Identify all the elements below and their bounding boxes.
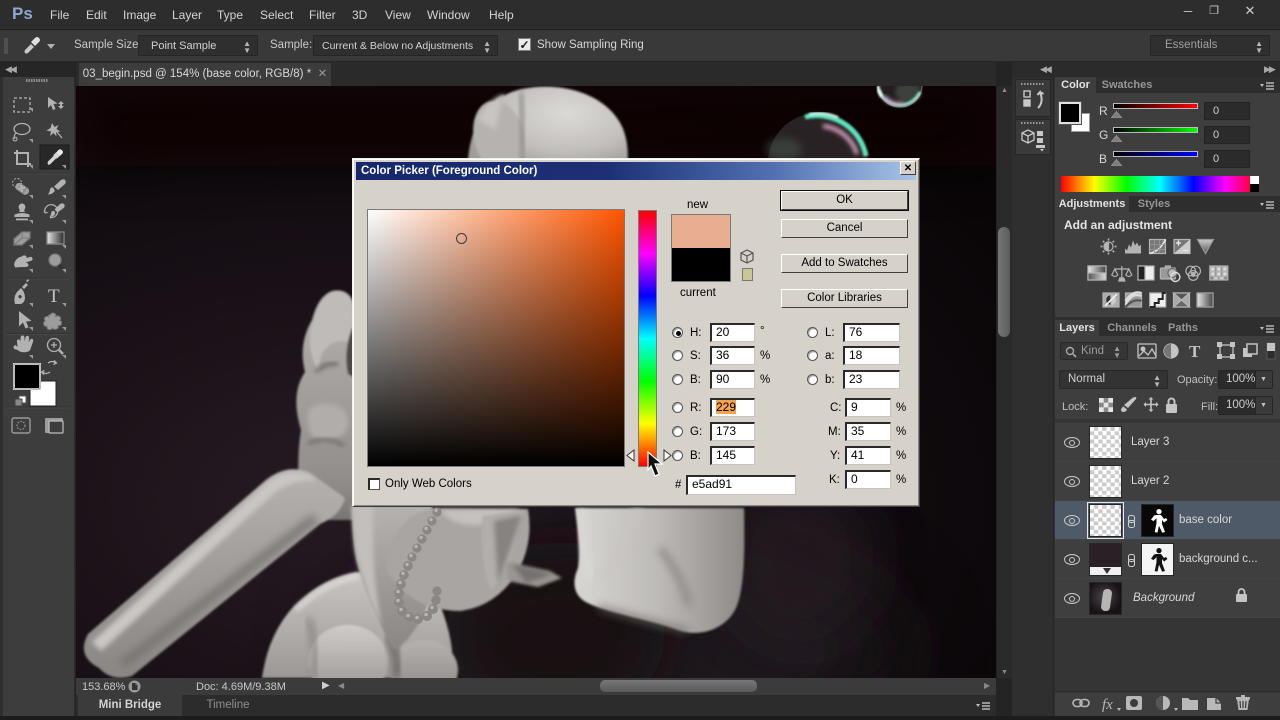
- svg-text:T: T: [48, 286, 60, 307]
- svg-text:fx: fx: [1102, 697, 1113, 713]
- svg-text:T: T: [1189, 342, 1201, 361]
